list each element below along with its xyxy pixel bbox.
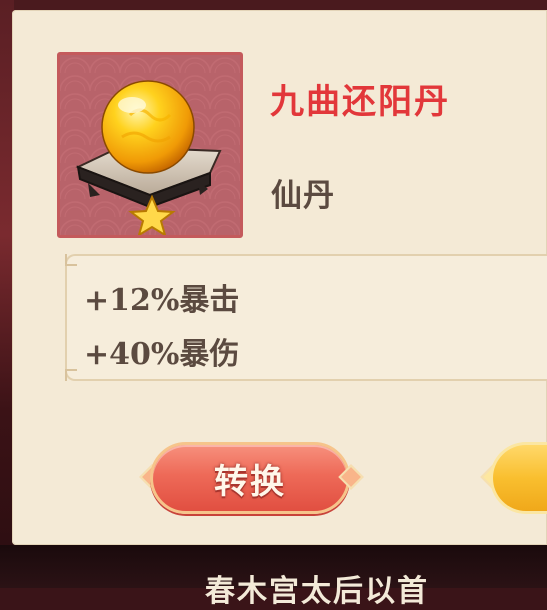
corner-ornament (65, 369, 77, 381)
golden-elixir-orb-icon (60, 55, 240, 235)
item-name: 九曲还阳丹 (270, 82, 450, 122)
background-text: 春木宫太后以首 (205, 574, 429, 609)
convert-button[interactable]: 转换 (150, 442, 350, 514)
stat-crit: +12%暴击 (84, 283, 240, 318)
stats-box: +12%暴击 +40%暴伤 (65, 254, 547, 381)
convert-button-label: 转换 (214, 461, 286, 502)
background-top (0, 0, 547, 10)
item-icon-frame (57, 52, 243, 238)
stat-crit-damage: +40%暴伤 (84, 337, 240, 372)
corner-ornament (65, 254, 77, 266)
item-type: 仙丹 (271, 178, 335, 214)
